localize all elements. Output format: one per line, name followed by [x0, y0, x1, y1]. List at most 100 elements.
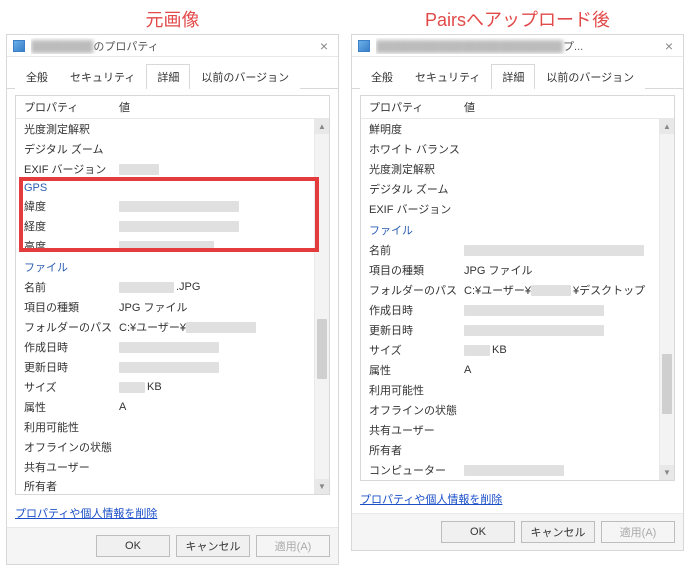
property-row-top-2[interactable]: EXIF バージョン — [16, 159, 329, 179]
property-key: フォルダーのパス — [24, 319, 119, 335]
apply-button[interactable]: 適用(A) — [601, 521, 675, 543]
property-key: 所有者 — [24, 478, 119, 494]
property-row-file-11[interactable]: コンピューター — [361, 460, 674, 480]
property-value: JPG ファイル — [464, 262, 666, 278]
property-row-top-0[interactable]: 鮮明度 — [361, 119, 674, 139]
property-row-top-1[interactable]: ホワイト バランス — [361, 139, 674, 159]
property-key: 項目の種類 — [369, 262, 464, 278]
property-key: オフラインの状態 — [369, 402, 464, 418]
property-row-file-5[interactable]: サイズKB — [16, 377, 329, 397]
property-key: 利用可能性 — [24, 419, 119, 435]
property-row-file-cut[interactable]: 所有者 — [16, 477, 329, 494]
property-row-file-2[interactable]: フォルダーのパスC:¥ユーザー¥¥デスクトップ — [361, 280, 674, 300]
tab-general[interactable]: 全般 — [360, 64, 404, 89]
property-row-file-1[interactable]: 項目の種類JPG ファイル — [361, 260, 674, 280]
property-key: デジタル ズーム — [24, 141, 119, 157]
property-row-file-9[interactable]: 共有ユーザー — [16, 457, 329, 477]
property-row-file-0[interactable]: 名前 — [361, 240, 674, 260]
property-key: 作成日時 — [369, 302, 464, 318]
property-value — [119, 362, 321, 373]
property-row-gps-2[interactable]: 高度 — [16, 236, 329, 256]
property-row-file-6[interactable]: 属性A — [361, 360, 674, 380]
property-row-gps-1[interactable]: 経度 — [16, 216, 329, 236]
property-key: 利用可能性 — [369, 382, 464, 398]
property-row-file-4[interactable]: 更新日時 — [361, 320, 674, 340]
property-list: 鮮明度ホワイト バランス光度測定解釈デジタル ズームEXIF バージョンファイル… — [361, 119, 674, 480]
property-key: 更新日時 — [369, 322, 464, 338]
scroll-down-icon[interactable]: ▼ — [660, 465, 674, 480]
property-key: 高度 — [24, 238, 119, 254]
close-icon[interactable]: × — [316, 38, 332, 54]
property-key: 鮮明度 — [369, 121, 464, 137]
tab-security[interactable]: セキュリティ — [404, 64, 491, 89]
property-value: A — [119, 401, 321, 413]
tab-previous-versions[interactable]: 以前のバージョン — [190, 64, 300, 89]
scroll-thumb[interactable] — [662, 354, 672, 414]
tab-previous-versions[interactable]: 以前のバージョン — [535, 64, 645, 89]
scroll-thumb[interactable] — [317, 319, 327, 379]
property-row-top-0[interactable]: 光度測定解釈 — [16, 119, 329, 139]
property-row-file-1[interactable]: 項目の種類JPG ファイル — [16, 297, 329, 317]
scroll-down-icon[interactable]: ▼ — [315, 479, 329, 494]
tab-general[interactable]: 全般 — [15, 64, 59, 89]
property-row-top-2[interactable]: 光度測定解釈 — [361, 159, 674, 179]
ok-button[interactable]: OK — [96, 535, 170, 557]
remove-properties-link[interactable]: プロパティや個人情報を削除 — [15, 508, 157, 520]
property-value: A — [464, 364, 666, 376]
section-header: GPS — [16, 179, 329, 196]
property-value — [464, 465, 666, 476]
property-row-gps-0[interactable]: 緯度 — [16, 196, 329, 216]
property-key: 属性 — [24, 399, 119, 415]
property-value — [119, 342, 321, 353]
scrollbar[interactable]: ▲ ▼ — [659, 119, 674, 480]
property-row-file-10[interactable]: 所有者 — [361, 440, 674, 460]
close-icon[interactable]: × — [661, 38, 677, 54]
scroll-up-icon[interactable]: ▲ — [315, 119, 329, 134]
property-row-file-8[interactable]: オフラインの状態 — [361, 400, 674, 420]
property-key: ホワイト バランス — [369, 141, 464, 157]
property-row-top-1[interactable]: デジタル ズーム — [16, 139, 329, 159]
property-key: 経度 — [24, 218, 119, 234]
tab-details[interactable]: 詳細 — [146, 64, 190, 89]
cancel-button[interactable]: キャンセル — [176, 535, 250, 557]
ok-button[interactable]: OK — [441, 521, 515, 543]
property-row-file-7[interactable]: 利用可能性 — [361, 380, 674, 400]
remove-properties-link[interactable]: プロパティや個人情報を削除 — [360, 494, 502, 506]
property-row-file-6[interactable]: 属性A — [16, 397, 329, 417]
tab-security[interactable]: セキュリティ — [59, 64, 146, 89]
property-key: 名前 — [24, 279, 119, 295]
property-row-file-2[interactable]: フォルダーのパスC:¥ユーザー¥ — [16, 317, 329, 337]
col-property: プロパティ — [369, 99, 464, 115]
apply-button[interactable]: 適用(A) — [256, 535, 330, 557]
property-row-file-4[interactable]: 更新日時 — [16, 357, 329, 377]
property-row-file-0[interactable]: 名前.JPG — [16, 277, 329, 297]
property-row-file-7[interactable]: 利用可能性 — [16, 417, 329, 437]
property-row-top-4[interactable]: EXIF バージョン — [361, 199, 674, 219]
tab-details[interactable]: 詳細 — [491, 64, 535, 89]
cancel-button[interactable]: キャンセル — [521, 521, 595, 543]
property-row-file-3[interactable]: 作成日時 — [361, 300, 674, 320]
property-value: C:¥ユーザー¥¥デスクトップ — [464, 282, 666, 298]
right-dialog: ████████████████████████プ... × 全般 セキュリティ… — [351, 34, 684, 551]
scrollbar[interactable]: ▲ ▼ — [314, 119, 329, 494]
property-value — [464, 245, 666, 256]
property-row-file-8[interactable]: オフラインの状態 — [16, 437, 329, 457]
property-row-top-3[interactable]: デジタル ズーム — [361, 179, 674, 199]
property-key: オフラインの状態 — [24, 439, 119, 455]
col-property: プロパティ — [24, 99, 119, 115]
property-key: サイズ — [24, 379, 119, 395]
scroll-up-icon[interactable]: ▲ — [660, 119, 674, 134]
property-row-file-9[interactable]: 共有ユーザー — [361, 420, 674, 440]
property-value: C:¥ユーザー¥ — [119, 319, 321, 335]
property-value: KB — [119, 381, 321, 393]
col-value: 値 — [464, 99, 666, 115]
property-key: コンピューター — [369, 462, 464, 478]
property-key: 項目の種類 — [24, 299, 119, 315]
property-key: デジタル ズーム — [369, 181, 464, 197]
property-value — [464, 305, 666, 316]
property-key: 作成日時 — [24, 339, 119, 355]
property-row-file-5[interactable]: サイズKB — [361, 340, 674, 360]
window-title: ████████のプロパティ — [31, 38, 316, 54]
property-key: 名前 — [369, 242, 464, 258]
property-row-file-3[interactable]: 作成日時 — [16, 337, 329, 357]
